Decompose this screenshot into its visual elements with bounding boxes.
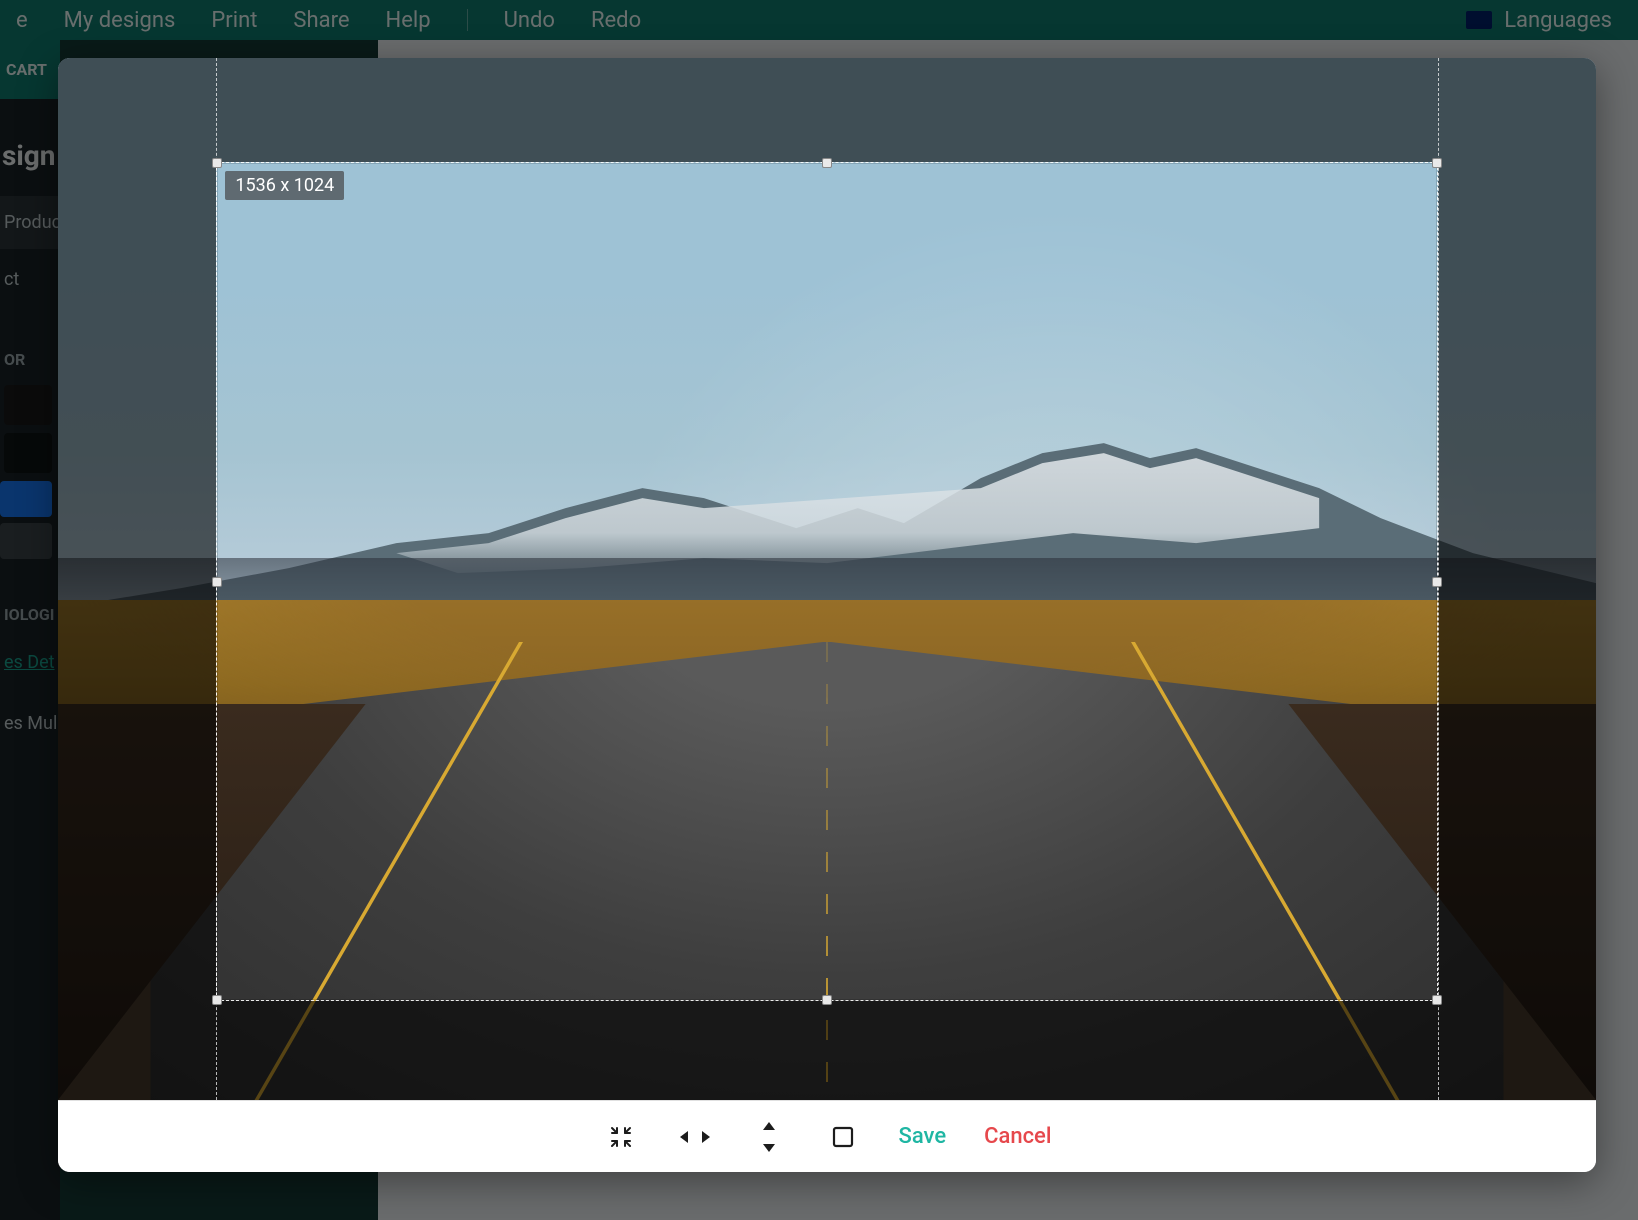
crop-mask	[58, 1001, 1596, 1100]
crop-handle-mid-left[interactable]	[212, 577, 222, 587]
fit-to-screen-button[interactable]	[599, 1115, 643, 1159]
image-crop-modal: 1536 x 1024	[58, 58, 1596, 1172]
crop-handle-top-right[interactable]	[1432, 158, 1442, 168]
crop-mask	[1438, 162, 1596, 1001]
flip-vertical-button[interactable]	[747, 1115, 791, 1159]
arrows-vertical-icon	[759, 1122, 779, 1152]
crop-handle-bottom-right[interactable]	[1432, 995, 1442, 1005]
crop-mask	[58, 58, 1596, 162]
aspect-ratio-button[interactable]	[821, 1115, 865, 1159]
arrows-in-icon	[609, 1125, 633, 1149]
crop-canvas[interactable]: 1536 x 1024	[58, 58, 1596, 1100]
crop-handle-top-left[interactable]	[212, 158, 222, 168]
crop-handle-top-mid[interactable]	[822, 158, 832, 168]
square-icon	[831, 1125, 855, 1149]
crop-handle-mid-right[interactable]	[1432, 577, 1442, 587]
flip-horizontal-button[interactable]	[673, 1115, 717, 1159]
save-button[interactable]: Save	[895, 1118, 951, 1155]
crop-frame[interactable]: 1536 x 1024	[216, 162, 1437, 1001]
crop-handle-bottom-mid[interactable]	[822, 995, 832, 1005]
crop-dimensions-badge: 1536 x 1024	[225, 171, 344, 200]
crop-mask	[58, 162, 216, 1001]
cancel-button[interactable]: Cancel	[980, 1118, 1055, 1155]
crop-toolbar: Save Cancel	[58, 1100, 1596, 1172]
arrows-horizontal-icon	[680, 1127, 710, 1147]
crop-handle-bottom-left[interactable]	[212, 995, 222, 1005]
